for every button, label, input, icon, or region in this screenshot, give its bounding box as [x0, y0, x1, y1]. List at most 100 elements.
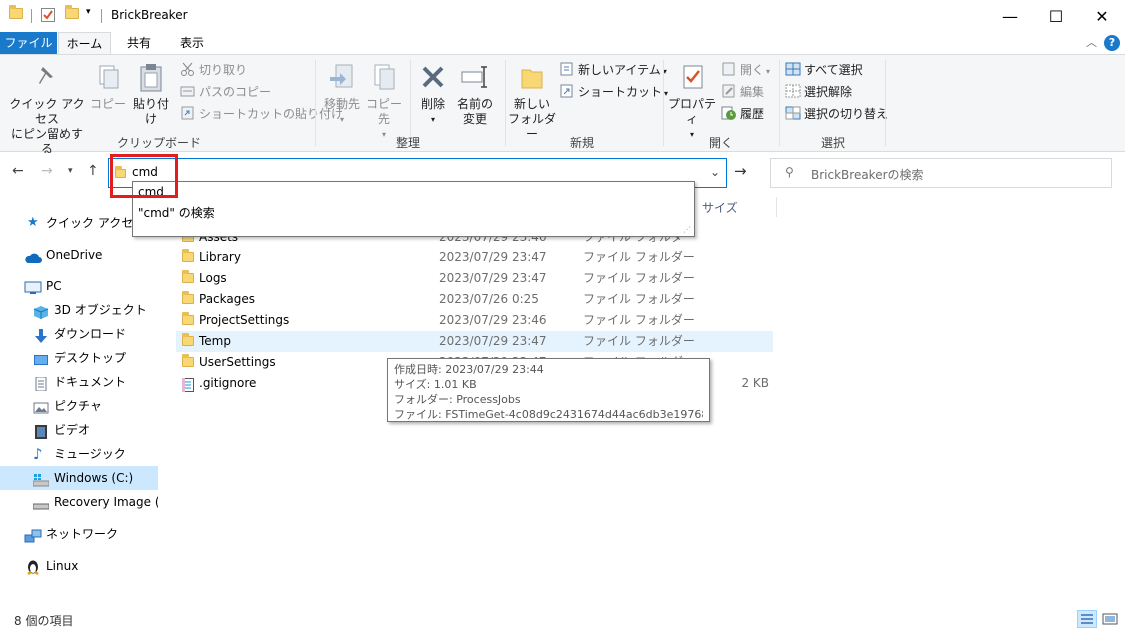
edit-button[interactable]: 編集 [721, 82, 764, 103]
row-date: 2023/07/29 23:47 [439, 271, 547, 285]
nav-item-pc[interactable]: PC [0, 274, 158, 298]
minimize-button[interactable]: — [987, 0, 1033, 32]
shortcut-icon [559, 84, 575, 98]
open-button[interactable]: 開く ▾ [721, 60, 770, 81]
new-item-icon [559, 62, 575, 76]
divider [315, 60, 316, 146]
tab-view[interactable]: 表示 [169, 32, 215, 55]
row-name: Library [199, 250, 241, 264]
close-button[interactable]: ✕ [1079, 0, 1125, 32]
history-button[interactable]: 履歴 [721, 104, 764, 125]
resize-grip-icon[interactable]: ⋰ [683, 225, 691, 234]
tab-share[interactable]: 共有 [116, 32, 162, 55]
delete-button[interactable]: 削除 ▾ [416, 61, 450, 127]
divider [505, 60, 506, 146]
folder-icon [182, 270, 194, 283]
new-item-button[interactable]: 新しいアイテム ▾ [559, 60, 667, 81]
details-view-icon [1081, 614, 1093, 624]
desktop-icon [33, 351, 49, 365]
details-view-button[interactable] [1077, 610, 1097, 628]
linux-icon [25, 559, 41, 576]
select-none-button[interactable]: 選択解除 [785, 82, 852, 103]
customize-quick-access-icon[interactable]: ▾ [86, 7, 91, 17]
nav-item-pictures[interactable]: ピクチャ [0, 394, 158, 418]
pin-to-quick-access-button[interactable]: クイック アクセス にピン留めする [6, 61, 88, 157]
copy-path-button[interactable]: パスのコピー [180, 82, 271, 103]
table-row[interactable]: Temp 2023/07/29 23:47 ファイル フォルダー [176, 331, 773, 352]
table-row[interactable]: Logs 2023/07/29 23:47 ファイル フォルダー [176, 268, 773, 289]
nav-item-3d-objects[interactable]: 3D オブジェクト [0, 298, 158, 322]
table-row[interactable]: Library 2023/07/29 23:47 ファイル フォルダー [176, 247, 773, 268]
new-folder-button[interactable]: 新しい フォルダー [508, 61, 556, 142]
nav-item-recovery-d[interactable]: Recovery Image (D:) [0, 490, 158, 514]
properties-quick-icon[interactable] [41, 8, 55, 22]
nav-item-desktop[interactable]: デスクトップ [0, 346, 158, 370]
tooltip-line: ファイル: FSTimeGet-4c08d9c2431674d44ac6db3e… [394, 408, 703, 421]
nav-item-onedrive[interactable]: OneDrive [0, 243, 158, 267]
select-none-icon [785, 84, 801, 98]
properties-label: プロパティ [667, 97, 716, 126]
column-header-size[interactable]: サイズ [702, 199, 738, 216]
nav-item-music[interactable]: ♪ ミュージック [0, 442, 158, 466]
divider [663, 60, 664, 146]
nav-item-documents[interactable]: ドキュメント [0, 370, 158, 394]
navigation-pane: ★ クイック アクセス OneDrive PC 3D オブジェクト ダウンロード… [0, 193, 158, 602]
address-dropdown-chevron-icon[interactable]: ⌄ [710, 165, 720, 179]
recent-locations-chevron-icon[interactable]: ▾ [68, 166, 73, 176]
tab-home[interactable]: ホーム [58, 32, 111, 55]
select-all-button[interactable]: すべて選択 [785, 60, 863, 81]
search-box[interactable]: ⚲ BrickBreakerの検索 [770, 158, 1112, 188]
nav-item-label: Recovery Image (D:) [54, 495, 158, 509]
paste-label: 貼り付け [132, 97, 169, 126]
tab-file[interactable]: ファイル [0, 32, 57, 55]
organize-group-label: 整理 [395, 136, 420, 150]
large-icons-view-button[interactable] [1100, 610, 1120, 628]
autocomplete-search-item[interactable]: "cmd" の検索 [138, 204, 215, 221]
column-divider[interactable] [776, 197, 777, 217]
table-row[interactable]: ProjectSettings 2023/07/29 23:46 ファイル フォ… [176, 310, 773, 331]
new-folder-icon [516, 61, 548, 93]
help-icon[interactable]: ? [1104, 35, 1120, 51]
nav-item-windows-c[interactable]: Windows (C:) [0, 466, 158, 490]
copy-to-icon [368, 61, 400, 93]
easy-access-shortcut-button[interactable]: ショートカット ▾ [559, 82, 668, 103]
tooltip-line: サイズ: 1.01 KB [394, 378, 477, 391]
go-arrow-icon[interactable]: → [734, 162, 747, 180]
open-icon [721, 62, 737, 76]
copy-to-button[interactable]: コピー先 ▾ [362, 61, 406, 142]
window-title: BrickBreaker [111, 8, 188, 22]
move-to-button[interactable]: 移動先 ▾ [320, 61, 364, 127]
open-group-label: 開く [708, 136, 733, 150]
paste-shortcut-icon [180, 106, 196, 120]
up-arrow-icon[interactable]: ↑ [87, 163, 99, 179]
row-type: ファイル フォルダー [583, 271, 695, 285]
forward-arrow-icon[interactable]: → [41, 163, 53, 179]
star-icon: ★ [27, 215, 39, 230]
search-placeholder[interactable]: BrickBreakerの検索 [811, 166, 924, 183]
maximize-button[interactable]: ☐ [1033, 0, 1079, 32]
new-folder-quick-icon[interactable] [65, 5, 79, 19]
move-to-icon [326, 61, 358, 93]
invert-selection-button[interactable]: 選択の切り替え [785, 104, 888, 125]
cut-button[interactable]: 切り取り [180, 60, 247, 81]
table-row[interactable]: Packages 2023/07/26 0:25 ファイル フォルダー [176, 289, 773, 310]
video-icon [33, 423, 49, 439]
back-arrow-icon[interactable]: ← [12, 163, 24, 179]
row-type: ファイル フォルダー [583, 334, 695, 348]
rename-button[interactable]: 名前の 変更 [454, 61, 496, 127]
copy-button[interactable]: コピー [90, 61, 126, 112]
nav-item-videos[interactable]: ビデオ [0, 418, 158, 442]
paste-button[interactable]: 貼り付け [128, 61, 174, 127]
paste-shortcut-button[interactable]: ショートカットの貼り付け [180, 104, 343, 125]
item-count: 8 個の項目 [14, 614, 74, 628]
properties-button[interactable]: プロパティ ▾ [667, 61, 717, 142]
nav-item-label: ドキュメント [54, 375, 127, 389]
nav-item-network[interactable]: ネットワーク [0, 522, 158, 546]
nav-item-label: ネットワーク [46, 527, 119, 541]
nav-item-label: 3D オブジェクト [54, 303, 147, 317]
move-to-label: 移動先 [323, 97, 360, 111]
nav-item-linux[interactable]: Linux [0, 554, 158, 578]
pin-label-line1: クイック アクセス [9, 97, 85, 126]
nav-item-downloads[interactable]: ダウンロード [0, 322, 158, 346]
collapse-ribbon-icon[interactable]: ︿ [1086, 34, 1097, 50]
